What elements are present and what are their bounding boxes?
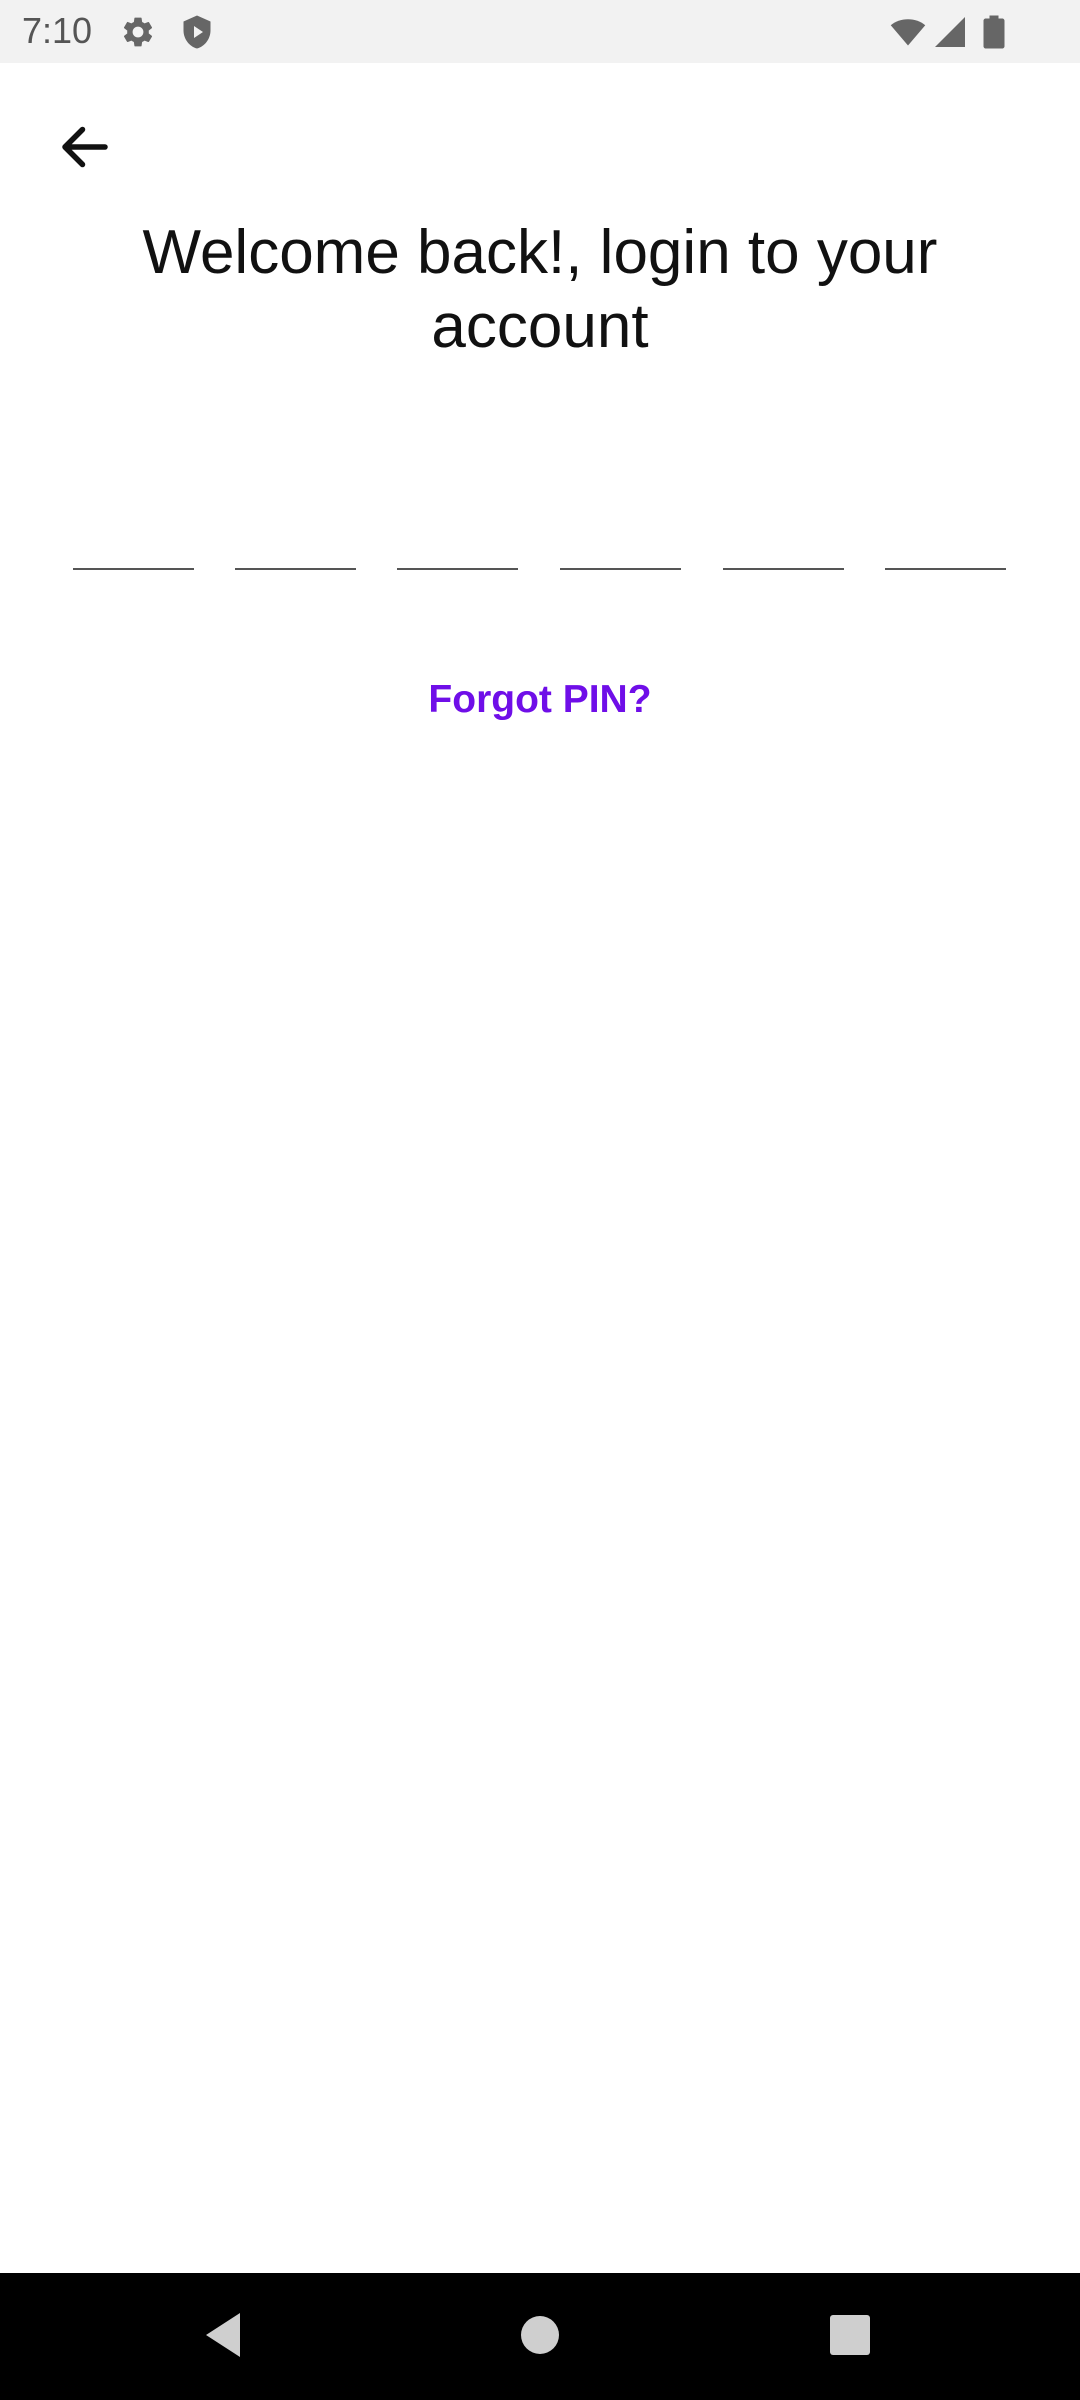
pin-digit-3[interactable]	[397, 498, 518, 570]
nav-back-button[interactable]	[192, 2303, 256, 2367]
nav-home-button[interactable]	[508, 2303, 572, 2367]
login-pin-screen: 7:10 Welcome back!, login to your accoun…	[0, 0, 1080, 2400]
signal-icon	[932, 14, 968, 50]
system-nav-bar	[0, 2273, 1080, 2400]
pin-input-row	[73, 498, 1007, 570]
pin-digit-2[interactable]	[235, 498, 356, 570]
status-time: 7:10	[22, 10, 93, 51]
arrow-left-icon	[62, 126, 108, 168]
forgot-pin-link[interactable]: Forgot PIN?	[340, 672, 740, 728]
home-circle-icon	[521, 2316, 559, 2354]
pin-digit-1[interactable]	[73, 498, 194, 570]
battery-icon	[978, 14, 1010, 50]
shield-icon	[179, 14, 215, 50]
back-triangle-icon	[206, 2313, 240, 2357]
gear-icon	[120, 14, 156, 50]
pin-digit-4[interactable]	[560, 498, 681, 570]
nav-recents-button[interactable]	[818, 2303, 882, 2367]
recents-square-icon	[830, 2315, 870, 2355]
pin-digit-6[interactable]	[885, 498, 1006, 570]
page-title: Welcome back!, login to your account	[142, 218, 938, 361]
pin-digit-5[interactable]	[723, 498, 844, 570]
back-button[interactable]	[44, 106, 126, 188]
status-bar: 7:10	[0, 0, 1080, 63]
wifi-icon	[890, 14, 926, 50]
